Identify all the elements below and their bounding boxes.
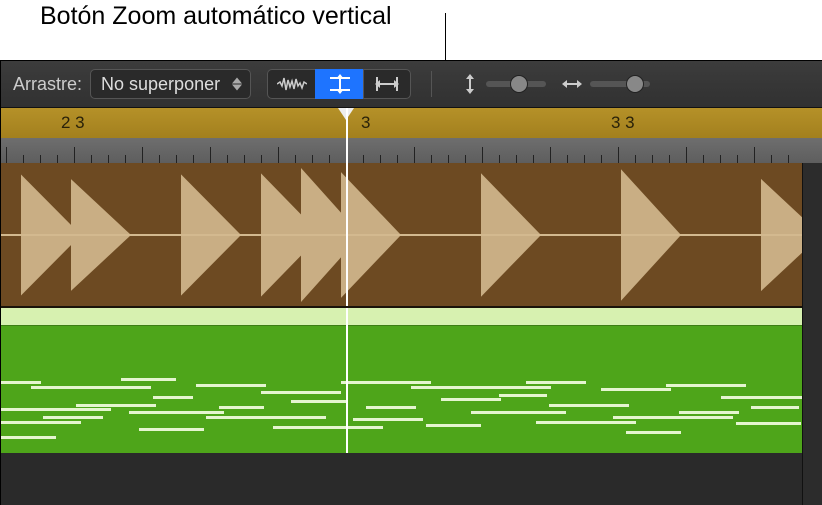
vzoom-auto-icon [326,74,354,94]
midi-note[interactable] [139,428,204,431]
slider-knob[interactable] [510,75,528,93]
midi-note[interactable] [43,416,103,419]
midi-note[interactable] [219,406,264,409]
midi-note[interactable] [1,421,81,424]
midi-note[interactable] [601,388,671,391]
midi-note[interactable] [341,381,431,384]
playhead[interactable] [346,138,348,163]
drag-mode-select[interactable]: No superponer [90,69,251,99]
midi-note[interactable] [426,424,481,427]
playhead [346,308,348,453]
midi-region-header[interactable] [1,308,822,326]
midi-note[interactable] [196,384,266,387]
audio-track-region[interactable] [1,163,822,308]
midi-note[interactable] [153,396,193,399]
select-arrows-icon [232,78,242,91]
midi-note[interactable] [751,406,799,409]
midi-note[interactable] [31,386,151,389]
hzoom-auto-icon [373,74,401,94]
midi-note[interactable] [1,381,41,384]
vzoom-icon [462,74,478,94]
playhead [346,163,348,306]
playhead[interactable] [346,108,348,138]
midi-note[interactable] [441,398,501,401]
drag-mode-value: No superponer [101,74,220,95]
midi-note[interactable] [666,384,746,387]
horizontal-zoom-slider[interactable] [590,81,650,87]
slider-knob[interactable] [626,75,644,93]
right-edge [802,163,822,505]
ruler-mark: 3 [361,113,370,133]
tick-ruler[interactable] [1,138,822,163]
midi-note[interactable] [121,378,176,381]
editor-window: Arrastre: No superponer [0,60,822,505]
midi-track-region[interactable] [1,308,822,453]
midi-note[interactable] [366,406,416,409]
waveform-icon [277,75,307,93]
vertical-zoom-slider[interactable] [486,81,546,87]
midi-note[interactable] [613,416,733,419]
midi-note[interactable] [76,404,156,407]
zoom-button-group [267,69,411,99]
hzoom-icon [562,76,582,92]
midi-note[interactable] [206,416,326,419]
midi-note[interactable] [353,418,423,421]
midi-note[interactable] [1,436,56,439]
ruler-mark: 2 3 [61,113,85,133]
midi-note[interactable] [536,421,636,424]
midi-note[interactable] [626,431,681,434]
midi-note[interactable] [736,422,801,425]
ruler-mark: 3 3 [611,113,635,133]
midi-note[interactable] [549,404,629,407]
midi-note[interactable] [273,426,383,429]
midi-note[interactable] [129,411,224,414]
midi-note[interactable] [1,408,111,411]
zoom-sliders [462,74,650,94]
callout-label: Botón Zoom automático vertical [40,2,392,31]
bar-ruler[interactable]: 2 3 3 3 3 [1,108,822,138]
audio-waveform [1,163,803,308]
midi-note[interactable] [261,391,341,394]
midi-note[interactable] [499,394,547,397]
midi-note[interactable] [526,381,586,384]
waveform-button[interactable] [267,69,315,99]
vertical-auto-zoom-button[interactable] [315,69,363,99]
drag-label: Arrastre: [13,74,82,95]
toolbar-separator [431,71,432,97]
midi-note[interactable] [471,411,566,414]
midi-note[interactable] [679,411,739,414]
horizontal-auto-zoom-button[interactable] [363,69,411,99]
toolbar: Arrastre: No superponer [1,61,822,108]
midi-note[interactable] [291,400,346,403]
midi-note[interactable] [411,386,551,389]
